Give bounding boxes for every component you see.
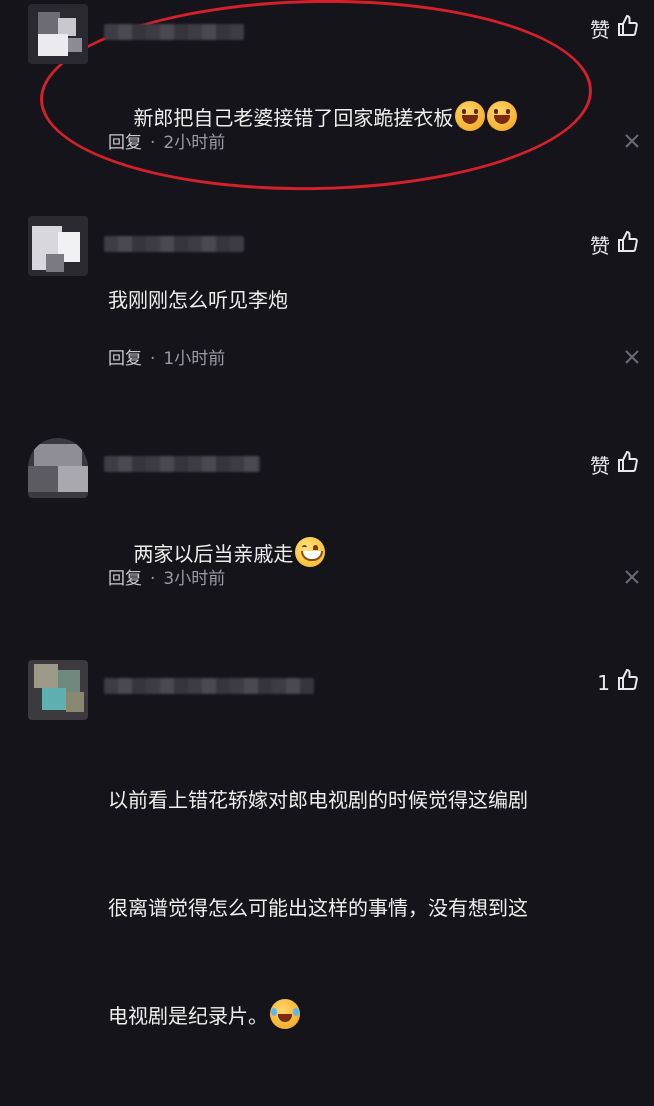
reply-button[interactable]: 回复: [108, 569, 142, 589]
timestamp: 1小时前: [163, 349, 226, 369]
laugh-cry-emoji-icon: [270, 999, 300, 1029]
grin-emoji-icon: [455, 101, 486, 131]
avatar[interactable]: [28, 4, 88, 64]
username-blurred[interactable]: [104, 678, 314, 694]
comment-1: 赞 新郎把自己老婆接错了回家跪搓衣板 回复 · 2小时前: [0, 0, 654, 200]
comment-text: 我刚刚怎么听见李炮: [108, 288, 288, 312]
thumbs-up-icon: [616, 230, 640, 259]
username-blurred[interactable]: [104, 24, 244, 40]
like-button[interactable]: 赞: [590, 230, 640, 259]
like-label: 赞: [590, 234, 610, 258]
comment-2: 赞 我刚刚怎么听见李炮 回复 · 1小时前: [0, 200, 654, 420]
comment-text: 新郎把自己老婆接错了回家跪搓衣板: [108, 64, 628, 172]
comment-line: 很离谱觉得怎么可能出这样的事情，没有想到这: [108, 896, 528, 920]
avatar[interactable]: [28, 660, 88, 720]
username-blurred[interactable]: [104, 456, 260, 472]
like-count: 1: [597, 670, 610, 695]
comment-meta: 回复 · 3小时前: [108, 569, 226, 589]
comment-text: 以前看上错花轿嫁对郎电视剧的时候觉得这编剧 很离谱觉得怎么可能出这样的事情，没有…: [108, 710, 634, 1106]
comment-4: 1 以前看上错花轿嫁对郎电视剧的时候觉得这编剧 很离谱觉得怎么可能出这样的事情，…: [0, 640, 654, 1029]
comment-meta: 回复 · 2小时前: [108, 133, 226, 153]
like-button[interactable]: 1: [597, 668, 640, 697]
timestamp: 3小时前: [163, 569, 226, 589]
thumbs-up-icon: [616, 450, 640, 479]
reply-button[interactable]: 回复: [108, 349, 142, 369]
thumbs-up-icon: [616, 14, 640, 43]
comment-meta: 回复 · 1小时前: [108, 349, 226, 369]
avatar[interactable]: [28, 216, 88, 276]
comment-text: 两家以后当亲戚走: [108, 500, 628, 608]
comment-line: 以前看上错花轿嫁对郎电视剧的时候觉得这编剧: [108, 788, 528, 812]
avatar[interactable]: [28, 438, 88, 498]
username-blurred[interactable]: [104, 236, 244, 252]
like-label: 赞: [590, 454, 610, 478]
close-icon[interactable]: [624, 569, 640, 585]
comment-3: 赞 两家以后当亲戚走 回复 · 3小时前: [0, 420, 654, 640]
close-icon[interactable]: [624, 349, 640, 365]
timestamp: 2小时前: [163, 133, 226, 153]
grin-emoji-icon: [487, 101, 518, 131]
reply-button[interactable]: 回复: [108, 133, 142, 153]
close-icon[interactable]: [624, 133, 640, 149]
smile-emoji-icon: [295, 537, 326, 567]
comment-line: 电视剧是纪录片。: [108, 1004, 268, 1028]
like-button[interactable]: 赞: [590, 450, 640, 479]
thumbs-up-icon: [616, 668, 640, 697]
like-label: 赞: [590, 18, 610, 42]
like-button[interactable]: 赞: [590, 14, 640, 43]
